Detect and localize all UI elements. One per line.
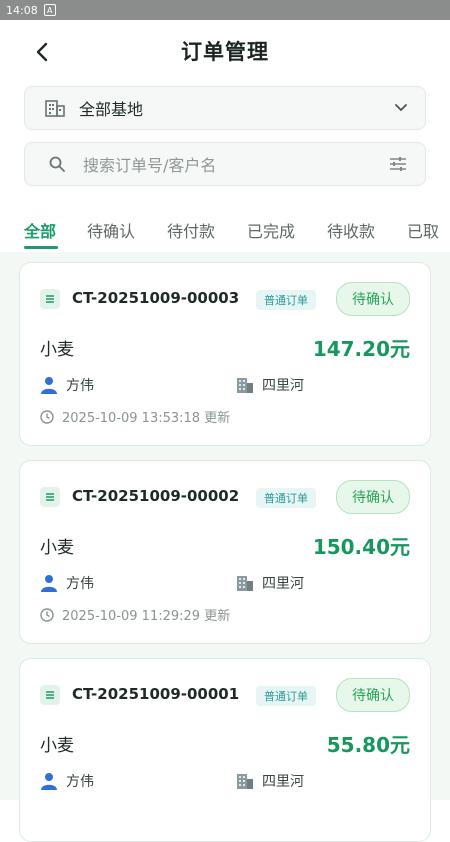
status-badge: 待确认 <box>336 480 410 514</box>
customer: 方伟 <box>40 573 94 593</box>
customer-name: 方伟 <box>66 378 94 394</box>
customer: 方伟 <box>40 375 94 395</box>
base: 四里河 <box>236 573 304 593</box>
status-badge: 待确认 <box>336 282 410 316</box>
order-number: CT-20251009-00003 <box>72 289 240 307</box>
order-amount: 147.20元 <box>312 337 410 361</box>
base-name: 四里河 <box>262 774 304 790</box>
sim-icon: A <box>43 4 56 16</box>
base-name: 四里河 <box>262 378 304 394</box>
app-header: 订单管理 <box>0 20 450 82</box>
status-badge: 待确认 <box>336 678 410 712</box>
clock-icon <box>40 607 54 622</box>
search-input[interactable]: 搜索订单号/客户名 <box>83 152 389 176</box>
building-icon <box>236 574 254 592</box>
tab-all[interactable]: 全部 <box>24 218 56 242</box>
order-card[interactable]: CT-20251009-00001 普通订单 待确认 小麦 55.80元 方伟 … <box>19 658 431 842</box>
tab-cancelled[interactable]: 已取 <box>407 218 439 242</box>
page-title: 订单管理 <box>181 40 269 64</box>
base: 四里河 <box>236 771 304 791</box>
base-name: 四里河 <box>262 576 304 592</box>
order-type-badge: 普通订单 <box>256 686 316 706</box>
person-icon <box>40 376 58 394</box>
product-name: 小麦 <box>40 736 74 756</box>
order-amount: 150.40元 <box>312 535 410 559</box>
order-number: CT-20251009-00001 <box>72 685 240 703</box>
person-icon <box>40 772 58 790</box>
updated-text: 2025-10-09 11:29:29 更新 <box>62 609 231 624</box>
status-bar: 14:08 A <box>0 0 450 20</box>
base-select[interactable]: 全部基地 <box>24 86 426 130</box>
order-number: CT-20251009-00002 <box>72 487 240 505</box>
document-icon <box>40 289 60 309</box>
building-icon <box>45 100 65 117</box>
person-icon <box>40 574 58 592</box>
order-card[interactable]: CT-20251009-00003 普通订单 待确认 小麦 147.20元 方伟… <box>19 262 431 446</box>
status-tabs: 全部 待确认 待付款 已完成 待收款 已取 <box>0 204 450 255</box>
search-icon <box>49 156 65 172</box>
order-amount: 55.80元 <box>326 733 410 757</box>
filter-icon[interactable] <box>389 156 407 172</box>
status-time: 14:08 <box>6 3 38 17</box>
customer-name: 方伟 <box>66 774 94 790</box>
order-card[interactable]: CT-20251009-00002 普通订单 待确认 小麦 150.40元 方伟… <box>19 460 431 644</box>
customer: 方伟 <box>40 771 94 791</box>
product-name: 小麦 <box>40 538 74 558</box>
order-list: CT-20251009-00003 普通订单 待确认 小麦 147.20元 方伟… <box>0 252 450 842</box>
document-icon <box>40 685 60 705</box>
tab-pending-receipt[interactable]: 待收款 <box>327 218 375 242</box>
building-icon <box>236 376 254 394</box>
updated-text: 2025-10-09 13:53:18 更新 <box>62 411 231 426</box>
chevron-down-icon <box>395 104 407 112</box>
order-type-badge: 普通订单 <box>256 488 316 508</box>
search-box[interactable]: 搜索订单号/客户名 <box>24 142 426 186</box>
updated-time: 2025-10-09 13:53:18 更新 <box>40 407 230 426</box>
back-button[interactable] <box>28 38 56 66</box>
product-name: 小麦 <box>40 340 74 360</box>
tab-pending-payment[interactable]: 待付款 <box>167 218 215 242</box>
tab-completed[interactable]: 已完成 <box>247 218 295 242</box>
document-icon <box>40 487 60 507</box>
clock-icon <box>40 409 54 424</box>
base-select-value: 全部基地 <box>79 100 144 119</box>
updated-time: 2025-10-09 11:29:29 更新 <box>40 605 230 624</box>
tab-active-indicator <box>24 246 58 249</box>
building-icon <box>236 772 254 790</box>
tab-pending-confirm[interactable]: 待确认 <box>87 218 135 242</box>
back-arrow-icon <box>36 42 48 62</box>
order-type-badge: 普通订单 <box>256 290 316 310</box>
customer-name: 方伟 <box>66 576 94 592</box>
base: 四里河 <box>236 375 304 395</box>
